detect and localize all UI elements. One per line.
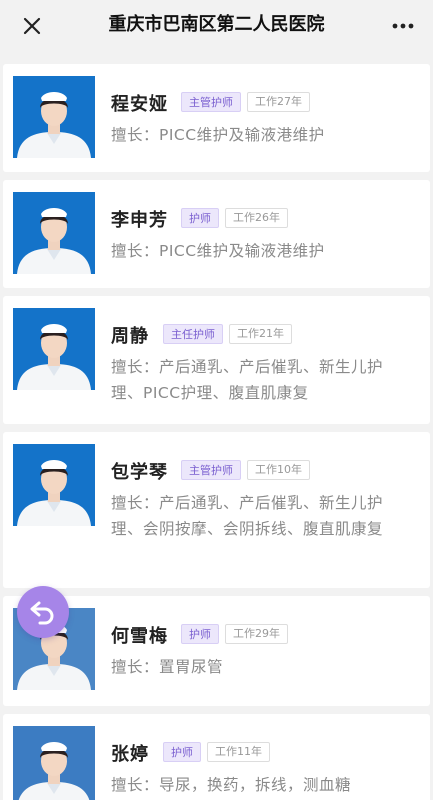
nurse-photo — [13, 308, 95, 390]
nurse-name: 程安娅 — [111, 94, 168, 115]
nurse-card[interactable]: 程安娅 主管护师 工作27年 擅长：PICC维护及输液港维护 — [3, 64, 430, 172]
nurse-photo — [13, 192, 95, 274]
nurse-specialty: 擅长：PICC维护及输液港维护 — [111, 242, 325, 260]
years-badge: 工作27年 — [247, 92, 310, 112]
top-navigation-bar: 重庆市巴南区第二人民医院 — [0, 0, 433, 50]
years-badge: 工作10年 — [247, 460, 310, 480]
years-badge: 工作21年 — [229, 324, 292, 344]
nurse-specialty: 擅长：产后通乳、产后催乳、新生儿护理、PICC护理、腹直肌康复 — [111, 358, 384, 402]
years-badge: 工作29年 — [225, 624, 288, 644]
nurse-card[interactable]: 张婷 护师 工作11年 擅长：导尿，换药，拆线，测血糖 — [3, 714, 430, 800]
close-icon[interactable] — [18, 12, 46, 40]
nurse-badges: 主管护师 工作27年 — [181, 92, 310, 112]
job-title-badge: 护师 — [163, 742, 201, 762]
nurse-card[interactable]: 李申芳 护师 工作26年 擅长：PICC维护及输液港维护 — [3, 180, 430, 288]
nurse-badges: 护师 工作26年 — [181, 208, 288, 228]
nurse-specialty: 擅长：PICC维护及输液港维护 — [111, 126, 325, 144]
nurse-badges: 护师 工作29年 — [181, 624, 288, 644]
nurse-specialty: 擅长：导尿，换药，拆线，测血糖 — [111, 776, 352, 794]
nurse-specialty: 擅长：产后通乳、产后催乳、新生儿护理、会阴按摩、会阴拆线、腹直肌康复 — [111, 494, 384, 538]
job-title-badge: 护师 — [181, 624, 219, 644]
more-horizontal-icon[interactable] — [387, 12, 419, 40]
nurse-card[interactable]: 包学琴 主管护师 工作10年 擅长：产后通乳、产后催乳、新生儿护理、会阴按摩、会… — [3, 432, 430, 588]
job-title-badge: 护师 — [181, 208, 219, 228]
undo-arrow-icon[interactable] — [17, 586, 69, 638]
page-title: 重庆市巴南区第二人民医院 — [108, 14, 325, 35]
nurse-name: 周静 — [111, 326, 149, 347]
job-title-badge: 主任护师 — [163, 324, 223, 344]
job-title-badge: 主管护师 — [181, 460, 241, 480]
nurse-name: 李申芳 — [111, 210, 168, 231]
nurse-name: 张婷 — [111, 744, 149, 765]
years-badge: 工作26年 — [225, 208, 288, 228]
nurse-badges: 护师 工作11年 — [163, 742, 270, 762]
nurse-specialty: 擅长：置胃尿管 — [111, 658, 224, 676]
job-title-badge: 主管护师 — [181, 92, 241, 112]
nurse-name: 何雪梅 — [111, 626, 168, 647]
nurse-card[interactable]: 周静 主任护师 工作21年 擅长：产后通乳、产后催乳、新生儿护理、PICC护理、… — [3, 296, 430, 424]
nurse-photo — [13, 444, 95, 526]
nurse-photo — [13, 76, 95, 158]
nurse-name: 包学琴 — [111, 462, 168, 483]
nurse-badges: 主管护师 工作10年 — [181, 460, 310, 480]
nurse-badges: 主任护师 工作21年 — [163, 324, 292, 344]
years-badge: 工作11年 — [207, 742, 270, 762]
nurse-photo — [13, 726, 95, 800]
